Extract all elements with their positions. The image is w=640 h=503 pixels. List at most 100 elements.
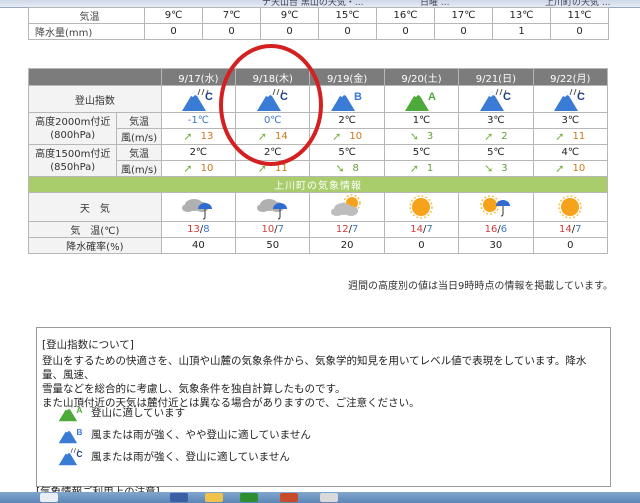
weather-cell [309,192,385,222]
svg-text:A: A [429,91,437,103]
svg-text:C: C [503,91,511,103]
wind-speed: 8 [352,163,359,174]
temp-hilo-cell: 10/7 [235,221,311,238]
climb-grade-a-icon: A [58,405,83,422]
legend-text: 風または雨が強く、やや登山に適していません [91,428,311,441]
cell: 15℃ [318,7,377,24]
svg-text:C: C [577,91,585,103]
taskbar-app-icon[interactable] [40,493,58,502]
weather-row: 天 気 [28,192,609,222]
cell: 9℃ [260,7,319,24]
cell: 0 [376,23,435,40]
rain-cell: 30 [458,237,534,254]
weather-label: 天 気 [28,192,162,222]
svg-text:C: C [205,91,213,103]
taskbar-app-icon[interactable] [320,493,338,502]
row-label: 気温 [28,7,145,24]
wind-cell: ➚ 10 [532,160,609,177]
alt1500-temp-row: 高度1500m付近 (850hPa) 気温 2℃ 2℃ 5℃ 5℃ 5℃ 4℃ [27,144,609,177]
wind-cell: ➘ 3 [383,128,460,145]
info-line: 登山をするための快適さを、山頂や山麓の気象条件から、気象学的知見を用いてレベル値… [42,355,587,381]
climb-grade-b-icon: B [331,91,362,111]
climb-grade-c-icon: C [479,88,511,111]
cell: 11℃ [550,7,609,24]
temp-high: 14 [559,224,572,235]
temp-label: 気 温(℃) [28,221,162,238]
alt2000-sub: (800hPa) [50,129,96,141]
info-line: 雪量などを総合的に考慮し、気象条件を独自計算したものです。 [42,383,346,395]
wind-cell: ➚ 2 [458,128,534,145]
temp-cell: 5℃ [383,144,460,161]
cloudy-rain-icon [182,199,213,220]
wind-cell: ➘ 3 [458,160,534,177]
wind-arrow-icon: ➚ [409,162,419,175]
temp-cell: 4℃ [532,144,609,161]
climb-grade-c-icon: C [58,448,83,466]
hourly-grid: 気温 9℃ 7℃ 9℃ 15℃ 16℃ 17℃ 13℃ 11℃ 降水量(mm) … [28,7,609,40]
temp-cell: 5℃ [309,144,385,161]
temp-sublabel: 気温 [116,144,162,161]
wind-arrow-icon: ➚ [183,130,193,143]
temp-low: 6 [500,224,508,235]
section-bar: 上川町の気象情報 [28,176,608,193]
temp-low: 7 [426,224,433,235]
weather-cell [458,192,534,222]
wind-cell: ➘ 8 [309,160,385,177]
temp-high: 10 [261,224,275,235]
header-corner [28,68,162,86]
wind-cell: ➚ 10 [160,160,237,177]
cell: 17℃ [434,7,493,24]
cell: 0 [434,23,493,40]
sunny-icon [409,195,434,219]
alt2000-label: 高度2000m付近 (800hPa) [27,112,118,145]
date-header: 9/20(土) [383,68,460,86]
temp-hilo-cell: 14/7 [383,221,460,238]
cloudy-sun-icon [331,194,361,216]
cell: 0 [550,23,609,40]
wind-speed: 1 [426,163,434,174]
cell: 7℃ [202,7,261,24]
taskbar-app-icon[interactable] [170,493,188,502]
rain-cell: 50 [235,237,311,254]
cell: 16℃ [376,7,435,24]
taskbar-app-icon[interactable] [240,493,258,502]
climb-index-cell: A [383,85,460,113]
climb-index-cell: C [458,85,534,113]
temp-hilo-cell: 13/8 [160,221,237,238]
taskbar-app-icon[interactable] [205,493,223,502]
wind-cell: ➚ 11 [532,128,609,145]
wind-arrow-icon: ➚ [555,130,565,143]
cell: 0 [260,23,319,40]
wind-arrow-icon: ➚ [555,162,565,175]
cell: 0 [144,23,203,40]
cell: 0 [318,23,377,40]
weather-cell [383,192,460,222]
date-header: 9/22(月) [532,68,609,86]
wind-arrow-icon: ➚ [183,162,193,175]
climb-index-info-box: [登山指数について] 登山をするための快適さを、山頂や山麓の気象条件から、気象学… [36,327,611,487]
rain-cell: 20 [309,237,385,254]
legend-item-b: B 風または雨が強く、やや登山に適していません [57,423,311,445]
wind-speed: 2 [501,131,508,142]
wind-sublabel: 風(m/s) [116,128,162,145]
weather-cell [235,192,311,222]
climb-grade-c-icon: C [554,88,585,111]
taskbar-app-icon[interactable] [280,493,298,502]
hourly-temp-row: 気温 9℃ 7℃ 9℃ 15℃ 16℃ 17℃ 13℃ 11℃ [28,7,609,24]
rain-cell: 0 [532,237,609,254]
wind-speed: 10 [200,163,214,174]
temp-low: 8 [203,224,210,235]
rain-prob-row: 降水確率(%) 40 50 20 0 30 0 [28,237,609,254]
temp-hilo-cell: 14/7 [532,221,609,238]
taskbar [0,492,640,503]
sunny-icon [558,195,583,219]
sun-rain-icon [480,195,510,217]
temp-cell: 3℃ [458,112,534,129]
climb-index-label: 登山指数 [28,85,162,113]
alt2000-title: 高度2000m付近 [35,116,111,128]
temp-high: 12 [335,224,349,235]
wind-speed: 3 [426,131,434,142]
alt1500-label: 高度1500m付近 (850hPa) [27,144,118,177]
hourly-rain-row: 降水量(mm) 0 0 0 0 0 0 1 0 [28,23,609,40]
temp-cell: 3℃ [532,112,609,129]
